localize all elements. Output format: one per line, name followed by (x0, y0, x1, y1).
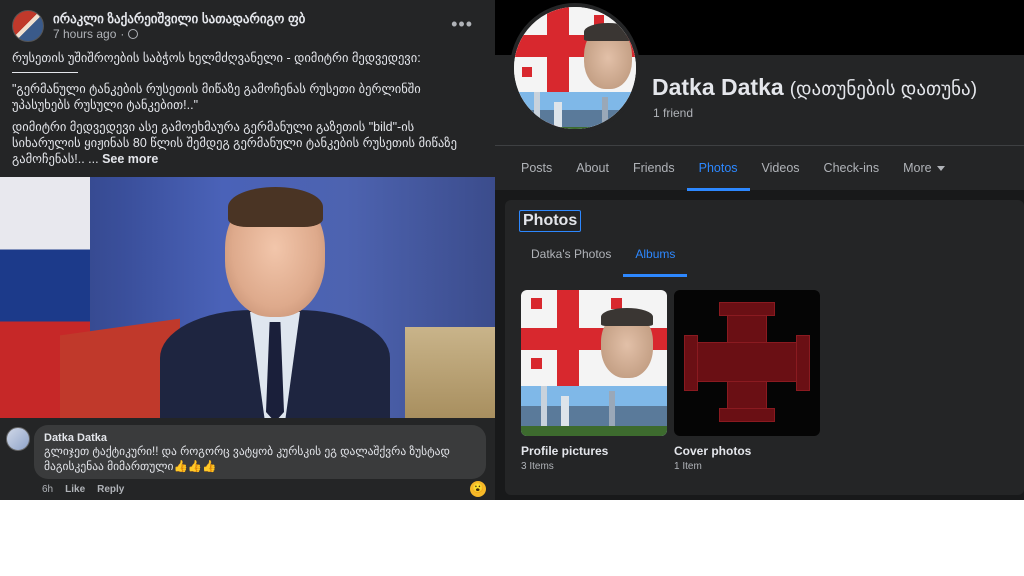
tab-posts[interactable]: Posts (511, 146, 564, 191)
post-time[interactable]: 7 hours ago · (53, 27, 305, 42)
commenter-avatar[interactable] (6, 427, 30, 451)
photos-title: Photos (519, 210, 582, 232)
tab-albums[interactable]: Albums (623, 237, 688, 277)
city-skyline-image (514, 92, 636, 129)
post-author[interactable]: ირაკლი ზაქარეიშვილი სათადარიგო ფბ (53, 11, 305, 27)
public-globe-icon (128, 29, 139, 39)
comment-author[interactable]: Datka Datka (44, 431, 476, 445)
post-photo[interactable] (0, 177, 495, 418)
tab-about[interactable]: About (564, 146, 621, 191)
post-header: ირაკლი ზაქარეიშვილი სათადარიგო ფბ 7 hour… (12, 8, 483, 44)
tab-checkins[interactable]: Check-ins (812, 146, 892, 191)
wow-reaction-icon[interactable]: 😮 (470, 481, 486, 497)
reply-button[interactable]: Reply (97, 484, 124, 495)
post-text-line1: რუსეთის უშიშროების საბჭოს ხელმძღვანელი -… (12, 51, 421, 65)
divider (12, 72, 78, 73)
post-text-body: დიმიტრი მედვედევი ასე გამოეხმაურა გერმან… (12, 119, 482, 167)
album-card[interactable]: Cover photos 1 Item (674, 290, 820, 472)
person-hair (228, 187, 323, 227)
background-panel (405, 327, 495, 418)
post-text: რუსეთის უშიშროების საბჭოს ხელმძღვანელი -… (12, 50, 482, 173)
facebook-post: ირაკლი ზაქარეიშვილი სათადარიგო ფბ 7 hour… (0, 0, 495, 500)
like-button[interactable]: Like (65, 484, 85, 495)
tab-friends[interactable]: Friends (621, 146, 687, 191)
profile-picture[interactable] (510, 3, 640, 133)
globe-icon: · (120, 26, 125, 41)
friend-count[interactable]: 1 friend (653, 106, 693, 120)
album-card[interactable]: Profile pictures 3 Items (521, 290, 667, 472)
profile-name-main: Datka Datka (652, 74, 784, 100)
profile-nav: Posts About Friends Photos Videos Check-… (495, 145, 1024, 191)
tab-photos[interactable]: Photos (686, 146, 750, 191)
comment-bubble: Datka Datka გლიჯეთ ტაქტიკური!! და როგორც… (34, 425, 486, 479)
photos-section: Photos Datka's Photos Albums Profile pic… (505, 200, 1024, 495)
more-options-icon[interactable]: ••• (451, 14, 473, 35)
tab-datkas-photos[interactable]: Datka's Photos (519, 237, 623, 277)
tab-more-label: More (903, 161, 932, 175)
facebook-profile: Datka Datka (დათუნების დათუნა) 1 friend P… (495, 0, 1024, 500)
tab-more[interactable]: More (891, 146, 956, 191)
album-count: 1 Item (674, 461, 702, 472)
comment-text: გლიჯეთ ტაქტიკური!! და როგორც ვატყობ კურს… (44, 446, 450, 473)
photos-subtabs: Datka's Photos Albums (519, 237, 688, 277)
album-count: 3 Items (521, 461, 554, 472)
album-thumbnail-cover-photos[interactable] (674, 290, 820, 436)
tab-videos[interactable]: Videos (750, 146, 812, 191)
post-meta: ირაკლი ზაქარეიშვილი სათადარიგო ფბ 7 hour… (53, 11, 305, 42)
comment-time[interactable]: 6h (42, 484, 53, 495)
album-thumbnail-profile-pictures[interactable] (521, 290, 667, 436)
post-body-text: დიმიტრი მედვედევი ასე გამოეხმაურა გერმან… (12, 120, 457, 166)
author-avatar[interactable] (12, 10, 44, 42)
profile-name: Datka Datka (დათუნების დათუნა) (652, 74, 977, 101)
album-name[interactable]: Profile pictures (521, 444, 667, 458)
profile-hair (584, 23, 632, 41)
album-name[interactable]: Cover photos (674, 444, 820, 458)
caret-down-icon (936, 166, 945, 172)
comment-actions: 6h Like Reply (42, 484, 124, 495)
post-time-label: 7 hours ago (53, 26, 117, 41)
screenshot-composite: ირაკლი ზაქარეიშვილი სათადარიგო ფბ 7 hour… (0, 0, 1024, 576)
profile-alt-name: (დათუნების დათუნა) (789, 79, 978, 100)
comment: Datka Datka გლიჯეთ ტაქტიკური!! და როგორც… (4, 425, 490, 485)
see-more-link[interactable]: See more (102, 152, 158, 166)
person-portrait (150, 182, 400, 418)
post-text-quote: "გერმანული ტანკების რუსეთის მიწაზე გამოჩ… (12, 82, 421, 112)
